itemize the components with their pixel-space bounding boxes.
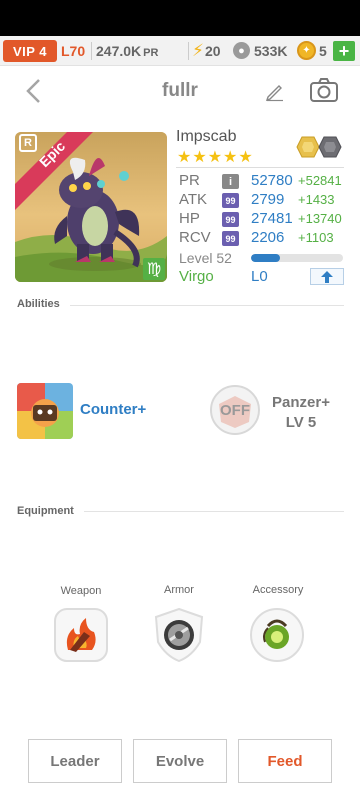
stat-value: 27481 [251,210,293,227]
info-icon[interactable]: i [222,174,239,189]
arrow-up-icon [321,270,333,283]
stat-label: ATK [179,191,208,208]
camera-icon[interactable] [308,76,340,104]
stat-value: 52780 [251,172,293,189]
energy-value: 20 [205,43,221,59]
page-title: fullr [162,80,198,101]
stat-value: 2799 [251,191,285,208]
green-orb-accessory-icon[interactable] [250,608,304,662]
stat-bonus: +1433 [298,192,335,207]
food-value: 533K [254,43,288,59]
level-progress-bar [251,254,343,262]
feed-button[interactable]: Feed [238,739,332,783]
max-badge: 99 [222,212,239,227]
edit-pencil-icon[interactable] [264,80,286,102]
stat-bonus: +13740 [298,211,342,226]
ability-name[interactable]: Panzer+ LV 5 [265,393,337,433]
evolve-button[interactable]: Evolve [133,739,227,783]
armor-shield-icon[interactable] [152,607,206,663]
divider [188,42,189,60]
stat-label: RCV [179,229,211,246]
counter-ability-icon[interactable] [17,383,73,439]
food-icon: ● [233,42,250,59]
stat-label: HP [179,210,200,227]
equipment-section-title: Equipment [17,505,74,517]
ability-name[interactable]: Counter+ [80,401,146,418]
system-status-bar [0,0,360,36]
monster-portrait[interactable]: R Epic ♍ [15,132,167,282]
virgo-sign-icon: ♍ [143,258,165,280]
max-badge: 99 [222,231,239,246]
stat-bonus: +52841 [298,173,342,188]
off-status: OFF [220,402,250,419]
leader-button[interactable]: Leader [28,739,122,783]
total-power: 247.0K PR [96,43,159,59]
ability-level: LV 5 [285,414,317,431]
flame-weapon-icon[interactable] [54,608,108,662]
upgrade-luck-button[interactable] [310,268,344,285]
nav-bar: fullr [0,66,360,116]
divider [91,42,92,60]
star-rating: ★★★★★ [177,149,254,166]
monster-name: Impscab [176,128,237,145]
zodiac-sign: Virgo [179,268,214,285]
vip-badge[interactable]: VIP 4 [3,40,57,62]
energy-icon: ⚡ [192,41,204,60]
divider [176,167,344,168]
ability-name-line: Panzer+ [272,394,330,411]
element-dark-icon [318,136,342,158]
player-level: L70 [61,43,86,59]
luck-level: L0 [251,268,268,285]
add-gems-button[interactable]: + [333,41,355,61]
divider [70,305,344,306]
weapon-label: Weapon [60,585,102,597]
panzer-ability-off-icon[interactable]: OFF [209,384,261,436]
rarity-r-icon: R [19,134,37,152]
max-badge: 99 [222,193,239,208]
stat-label: PR [179,172,200,189]
abilities-section-title: Abilities [17,298,60,310]
stat-value: 2206 [251,229,285,246]
level-progress-fill [251,254,281,262]
gem-value: 5 [319,43,327,59]
gem-icon: ✦ [297,41,316,60]
accessory-label: Accessory [252,584,304,596]
armor-label: Armor [164,584,194,596]
stat-bonus: +1103 [298,230,334,245]
divider [84,511,344,512]
resource-bar: VIP 4 L70 247.0K PR ⚡ 20 ● 533K ✦ 5 + [0,36,360,66]
level-label: Level 52 [179,250,232,266]
element-earth-icon [296,136,320,158]
